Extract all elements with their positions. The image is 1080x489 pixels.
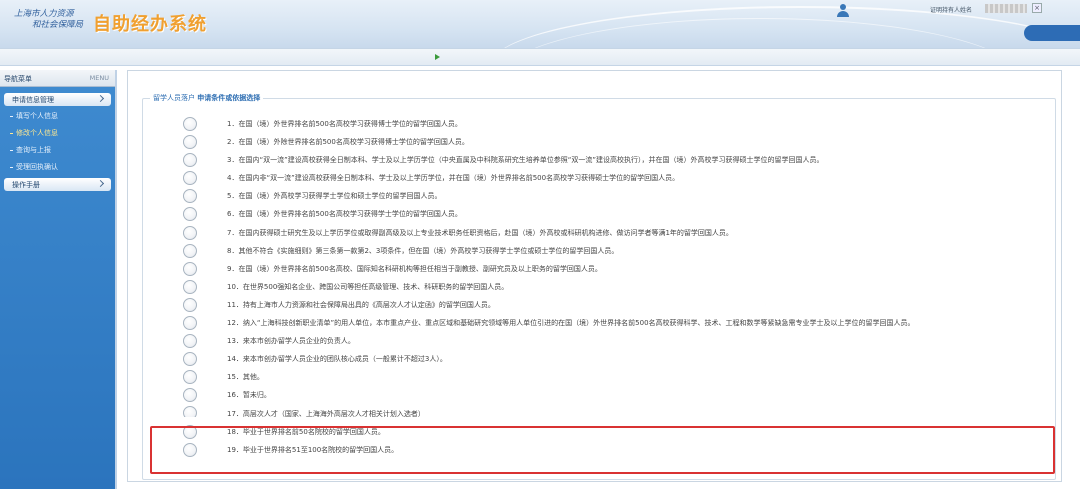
radio-button[interactable] bbox=[183, 316, 197, 331]
sidebar-item-label: 修改个人信息 bbox=[16, 129, 58, 137]
sidebar-item-query-report[interactable]: 查询与上报 bbox=[10, 143, 115, 157]
list-item[interactable]: 7．在国内获得硕士研究生及以上学历学位或取得副高级及以上专业技术职务任职资格后，… bbox=[149, 224, 1039, 242]
sidebar-item-edit-info[interactable]: 修改个人信息 bbox=[10, 126, 115, 140]
radio-button[interactable] bbox=[183, 405, 197, 417]
list-item[interactable]: 10．在世界500强知名企业、跨国公司等担任高级管理、技术、科研职务的留学回国人… bbox=[149, 278, 1039, 296]
list-item[interactable]: 8．其他不符合《实施细则》第三条第一款第2、3项条件，但在国（境）外高校学习获得… bbox=[149, 242, 1039, 260]
org-logo: 上海市人力资源 和社会保障局 bbox=[14, 9, 90, 31]
breadcrumb-section[interactable]: 留学人员落户 bbox=[153, 94, 195, 102]
option-label: 7．在国内获得硕士研究生及以上学历学位或取得副高级及以上专业技术职务任职资格后，… bbox=[227, 228, 733, 237]
radio-button[interactable] bbox=[183, 261, 197, 276]
sidebar-title-en: MENU bbox=[89, 74, 109, 82]
close-button[interactable]: × bbox=[1032, 3, 1042, 13]
list-item[interactable]: 3．在国内“双一流”建设高校获得全日制本科、学士及以上学历学位（中央直属及中科院… bbox=[149, 151, 1039, 169]
radio-button[interactable] bbox=[183, 171, 197, 186]
radio-button[interactable] bbox=[183, 207, 197, 222]
sidebar-item-receipt-confirm[interactable]: 受理回执确认 bbox=[10, 160, 115, 174]
list-item[interactable]: 17．高层次人才（国家、上海海外高层次人才相关计划入选者） bbox=[149, 405, 1039, 417]
highlight-box bbox=[150, 426, 1055, 474]
option-label: 13．来本市创办留学人员企业的负责人。 bbox=[227, 337, 355, 346]
radio-button[interactable] bbox=[183, 153, 197, 168]
option-label: 15．其他。 bbox=[227, 373, 264, 382]
app-title: 自助经办系统 bbox=[93, 14, 207, 35]
list-item[interactable]: 9．在国（境）外世界排名前500名高校、国际知名科研机构等担任相当于副教授、副研… bbox=[149, 260, 1039, 278]
sidebar: 导航菜单 MENU 申请信息管理 填写个人信息 修改个人信息 查询与上报 受理回… bbox=[0, 70, 117, 489]
radio-button[interactable] bbox=[183, 297, 197, 312]
radio-button[interactable] bbox=[183, 189, 197, 204]
radio-button[interactable] bbox=[183, 334, 197, 349]
radio-button[interactable] bbox=[183, 370, 197, 385]
list-item[interactable]: 6．在国（境）外世界排名前500名高校学习获得学士学位的留学回国人员。 bbox=[149, 205, 1039, 223]
sidebar-header: 导航菜单 MENU bbox=[0, 70, 115, 87]
option-label: 8．其他不符合《实施细则》第三条第一款第2、3项条件，但在国（境）外高校学习获得… bbox=[227, 246, 619, 255]
option-label: 4．在国内非“双一流”建设高校获得全日制本科、学士及以上学历学位，并在国（境）外… bbox=[227, 174, 680, 183]
options-list: 1．在国（境）外世界排名前500名高校学习获得博士学位的留学回国人员。 2．在国… bbox=[149, 115, 1039, 459]
option-label: 14．来本市创办留学人员企业的团队核心成员（一般累计不超过3人）。 bbox=[227, 355, 447, 364]
sidebar-group-application[interactable]: 申请信息管理 bbox=[4, 93, 111, 106]
sidebar-group-label: 申请信息管理 bbox=[12, 96, 54, 104]
list-item[interactable]: 4．在国内非“双一流”建设高校获得全日制本科、学士及以上学历学位，并在国（境）外… bbox=[149, 169, 1039, 187]
chevron-right-icon bbox=[96, 94, 105, 103]
sidebar-group-manual[interactable]: 操作手册 bbox=[4, 178, 111, 191]
sidebar-item-label: 受理回执确认 bbox=[16, 163, 58, 171]
radio-button[interactable] bbox=[183, 225, 197, 240]
list-item[interactable]: 15．其他。 bbox=[149, 368, 1039, 386]
option-label: 12．纳入“上海科技创新职业清单”的用人单位，本市重点产业、重点区域和基础研究领… bbox=[227, 319, 915, 328]
list-item[interactable]: 16．暂未归。 bbox=[149, 386, 1039, 404]
list-item[interactable]: 14．来本市创办留学人员企业的团队核心成员（一般累计不超过3人）。 bbox=[149, 350, 1039, 368]
option-label: 3．在国内“双一流”建设高校获得全日制本科、学士及以上学历学位（中央直属及中科院… bbox=[227, 156, 824, 165]
list-item[interactable]: 2．在国（境）外除世界排名前500名高校学习获得博士学位的留学回国人员。 bbox=[149, 133, 1039, 151]
radio-button[interactable] bbox=[183, 388, 197, 403]
radio-button[interactable] bbox=[183, 243, 197, 258]
radio-button[interactable] bbox=[183, 352, 197, 367]
user-icon bbox=[836, 4, 850, 18]
header-tab[interactable] bbox=[1024, 25, 1080, 41]
app-header: 上海市人力资源 和社会保障局 自助经办系统 证明持有人姓名 × bbox=[0, 0, 1080, 48]
radio-button[interactable] bbox=[183, 135, 197, 150]
org-name-line1: 上海市人力资源 bbox=[14, 9, 74, 19]
list-item[interactable]: 1．在国（境）外世界排名前500名高校学习获得博士学位的留学回国人员。 bbox=[149, 115, 1039, 133]
nav-bar bbox=[0, 48, 1080, 66]
radio-button[interactable] bbox=[183, 279, 197, 294]
arrow-right-icon[interactable] bbox=[435, 54, 440, 60]
chevron-right-icon bbox=[96, 179, 105, 188]
option-label: 9．在国（境）外世界排名前500名高校、国际知名科研机构等担任相当于副教授、副研… bbox=[227, 264, 602, 273]
option-label: 16．暂未归。 bbox=[227, 391, 271, 400]
option-label: 6．在国（境）外世界排名前500名高校学习获得学士学位的留学回国人员。 bbox=[227, 210, 462, 219]
sidebar-item-label: 填写个人信息 bbox=[16, 112, 58, 120]
list-item[interactable]: 11．持有上海市人力资源和社会保障局出具的《高层次人才认定函》的留学回国人员。 bbox=[149, 296, 1039, 314]
list-item[interactable]: 12．纳入“上海科技创新职业清单”的用人单位，本市重点产业、重点区域和基础研究领… bbox=[149, 314, 1039, 332]
org-name-line2: 和社会保障局 bbox=[32, 20, 84, 30]
option-label: 11．持有上海市人力资源和社会保障局出具的《高层次人才认定函》的留学回国人员。 bbox=[227, 300, 495, 309]
option-label: 1．在国（境）外世界排名前500名高校学习获得博士学位的留学回国人员。 bbox=[227, 120, 462, 128]
breadcrumb-page: 申请条件或依据选择 bbox=[197, 94, 261, 102]
option-label: 2．在国（境）外除世界排名前500名高校学习获得博士学位的留学回国人员。 bbox=[227, 138, 469, 147]
sidebar-group-label: 操作手册 bbox=[12, 181, 40, 189]
list-item[interactable]: 5．在国（境）外高校学习获得学士学位和硕士学位的留学回国人员。 bbox=[149, 187, 1039, 205]
list-item[interactable]: 13．来本市创办留学人员企业的负责人。 bbox=[149, 332, 1039, 350]
user-info-blurred bbox=[985, 4, 1027, 13]
sidebar-title: 导航菜单 bbox=[4, 75, 32, 83]
breadcrumb: 留学人员落户 申请条件或依据选择 bbox=[150, 93, 264, 103]
option-label: 17．高层次人才（国家、上海海外高层次人才相关计划入选者） bbox=[227, 409, 425, 417]
sidebar-item-label: 查询与上报 bbox=[16, 146, 51, 154]
option-label: 10．在世界500强知名企业、跨国公司等担任高级管理、技术、科研职务的留学回国人… bbox=[227, 282, 509, 291]
user-name: 证明持有人姓名 bbox=[930, 7, 973, 14]
radio-button[interactable] bbox=[183, 117, 197, 131]
option-label: 5．在国（境）外高校学习获得学士学位和硕士学位的留学回国人员。 bbox=[227, 192, 442, 201]
sidebar-item-fill-info[interactable]: 填写个人信息 bbox=[10, 109, 115, 123]
